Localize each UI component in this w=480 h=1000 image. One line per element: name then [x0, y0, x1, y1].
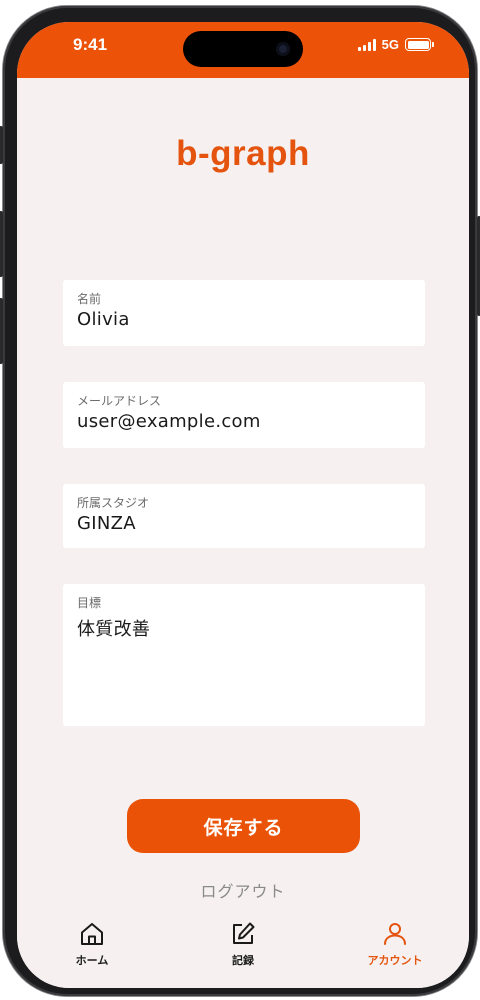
- signal-icon: [357, 38, 376, 51]
- phone-frame: 9:41 5G b-graph 名前 Olivia メールアドレス user@e…: [0, 6, 480, 996]
- app-logo: b-graph: [176, 134, 310, 173]
- name-label: 名前: [77, 292, 102, 306]
- app-screen: 9:41 5G b-graph 名前 Olivia メールアドレス user@e…: [17, 22, 469, 988]
- studio-label: 所属スタジオ: [77, 496, 150, 510]
- home-icon: [81, 923, 103, 945]
- status-indicators: 5G: [357, 37, 434, 52]
- goal-field[interactable]: 目標 体質改善: [63, 584, 425, 726]
- name-input[interactable]: Olivia: [77, 309, 411, 330]
- save-button[interactable]: 保存する: [127, 799, 360, 853]
- name-field[interactable]: 名前 Olivia: [63, 280, 425, 346]
- tab-account-label: アカウント: [367, 954, 423, 967]
- email-input[interactable]: user@example.com: [77, 411, 411, 432]
- user-icon: [384, 923, 406, 945]
- camera-icon: [276, 42, 290, 56]
- tab-account[interactable]: アカウント: [340, 920, 450, 968]
- goal-textarea[interactable]: 体質改善: [77, 615, 411, 641]
- edit-icon: [233, 922, 255, 944]
- email-label: メールアドレス: [77, 394, 162, 408]
- side-button-volume-up: [0, 211, 3, 277]
- tab-bar: ホーム 記録 アカウント: [17, 908, 469, 988]
- dynamic-island: [183, 31, 303, 67]
- tab-home[interactable]: ホーム: [37, 920, 147, 968]
- side-button-volume-down: [0, 298, 3, 364]
- email-field[interactable]: メールアドレス user@example.com: [63, 382, 425, 448]
- tab-home-label: ホーム: [75, 954, 109, 967]
- tab-record-label: 記録: [232, 954, 254, 967]
- logout-link[interactable]: ログアウト: [17, 878, 469, 902]
- status-time: 9:41: [73, 35, 108, 54]
- side-button-action: [0, 126, 3, 164]
- network-type: 5G: [381, 37, 399, 52]
- studio-field[interactable]: 所属スタジオ GINZA: [63, 484, 425, 548]
- tab-record[interactable]: 記録: [188, 920, 298, 968]
- status-bar: 9:41 5G: [17, 22, 469, 78]
- studio-input[interactable]: GINZA: [77, 513, 411, 534]
- battery-icon: [405, 38, 434, 51]
- goal-label: 目標: [77, 596, 102, 610]
